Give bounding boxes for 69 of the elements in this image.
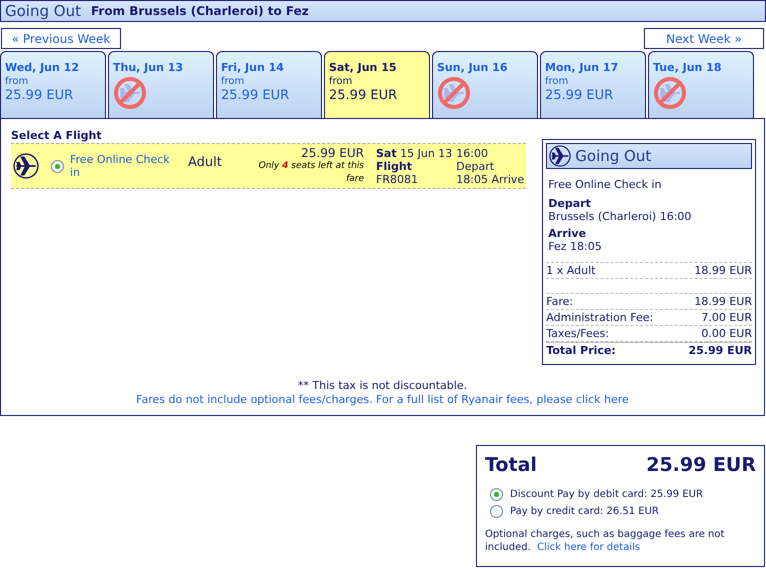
route-title: From Brussels (Charleroi) to Fez	[90, 4, 309, 18]
fee-label: Administration Fee:	[546, 311, 654, 324]
arrive-time: 18:05 Arrive	[456, 172, 524, 186]
check-in-link[interactable]: Free Online Check in	[70, 153, 182, 179]
depart-value: Brussels (Charleroi) 16:00	[548, 210, 692, 223]
day-label: Fri, Jun 14	[221, 61, 284, 74]
payment-radio[interactable]	[490, 505, 503, 518]
day-tab[interactable]: Thu, Jun 13	[108, 51, 214, 118]
day-tab[interactable]: Sun, Jun 16	[432, 51, 538, 118]
no-flights-icon	[113, 76, 147, 110]
day-tab[interactable]: Wed, Jun 12 from 25.99 EUR	[0, 51, 106, 118]
from-label: from	[329, 76, 352, 87]
total-value: 25.99 EUR	[688, 344, 752, 357]
day-tab[interactable]: Sat, Jun 15 from 25.99 EUR	[324, 51, 430, 118]
seats-note: Only 4 seats left at this fare	[258, 160, 364, 186]
fee-value: 0.00 EUR	[701, 327, 752, 340]
day-tab[interactable]: Fri, Jun 14 from 25.99 EUR	[216, 51, 322, 118]
from-label: from	[545, 76, 568, 87]
fees-link[interactable]: Fares do not include optional fees/charges. For a full list of Ryanair fees, please click here	[136, 393, 629, 406]
from-label: from	[5, 76, 28, 87]
day-label: Thu, Jun 13	[113, 61, 184, 74]
details-link[interactable]: Click here for details	[537, 542, 640, 553]
passenger-label: 1 x Adult	[546, 264, 596, 277]
arrive-value: Fez 18:05	[548, 240, 603, 253]
day-label: Mon, Jun 17	[545, 61, 618, 74]
section-heading: Select A Flight	[11, 129, 103, 142]
total-heading: Total	[485, 454, 537, 476]
day-label: Tue, Jun 18	[653, 61, 722, 74]
passenger-price: 18.99 EUR	[694, 264, 752, 277]
fee-value: 7.00 EUR	[701, 311, 752, 324]
arrive-heading: Arrive	[548, 227, 588, 240]
payment-option-label: Discount Pay by debit card: 25.99 EUR	[510, 489, 703, 500]
day-price: 25.99 EUR	[545, 88, 614, 103]
no-flights-icon	[437, 76, 471, 110]
from-label: from	[221, 76, 244, 87]
previous-week-button[interactable]: « Previous Week	[1, 28, 121, 49]
summary-title-text: Going Out	[575, 147, 652, 165]
depart-label: Depart	[456, 160, 496, 172]
payment-option-label: Pay by credit card: 26.51 EUR	[510, 506, 659, 517]
flight-label: Flight	[376, 160, 414, 172]
no-flights-icon	[653, 76, 687, 110]
fare-price: 25.99 EUR	[301, 146, 364, 160]
day-tab[interactable]: Tue, Jun 18	[648, 51, 754, 118]
day-price: 25.99 EUR	[221, 88, 290, 103]
day-tab[interactable]: Mon, Jun 17 from 25.99 EUR	[540, 51, 646, 118]
depart-time: 16:00	[456, 146, 489, 160]
check-in-text: Free Online Check in	[548, 178, 662, 191]
tax-note: ** This tax is not discountable.	[298, 379, 468, 392]
flight-date: Sat 15 Jun 13	[376, 146, 452, 160]
day-label: Sat, Jun 15	[329, 61, 397, 74]
next-week-button[interactable]: Next Week »	[644, 28, 764, 49]
total-amount: 25.99 EUR	[646, 454, 756, 476]
depart-heading: Depart	[548, 197, 592, 210]
fee-value: 18.99 EUR	[694, 295, 752, 308]
fee-label: Taxes/Fees:	[546, 327, 609, 340]
payment-radio[interactable]	[490, 488, 503, 501]
flight-number: FR8081	[376, 172, 419, 186]
total-label: Total Price:	[546, 344, 616, 357]
flight-row[interactable]: Free Online Check in Adult 25.99 EUR Only 4 seats left at this fare Sat 15 Jun 13 Flight FR8081 16:00 Depart 18:05 Arrive	[11, 143, 526, 189]
fee-label: Fare:	[546, 295, 574, 308]
day-label: Wed, Jun 12	[5, 61, 79, 74]
passenger-type: Adult	[188, 154, 223, 170]
day-label: Sun, Jun 16	[437, 61, 508, 74]
flight-radio[interactable]	[51, 160, 64, 172]
day-price: 25.99 EUR	[5, 88, 74, 103]
day-price: 25.99 EUR	[329, 88, 398, 103]
charges-note: Optional charges, such as baggage fees are not included. Click here for details	[485, 528, 726, 554]
plane-icon	[13, 153, 39, 179]
page-title: Going Out	[5, 2, 81, 20]
